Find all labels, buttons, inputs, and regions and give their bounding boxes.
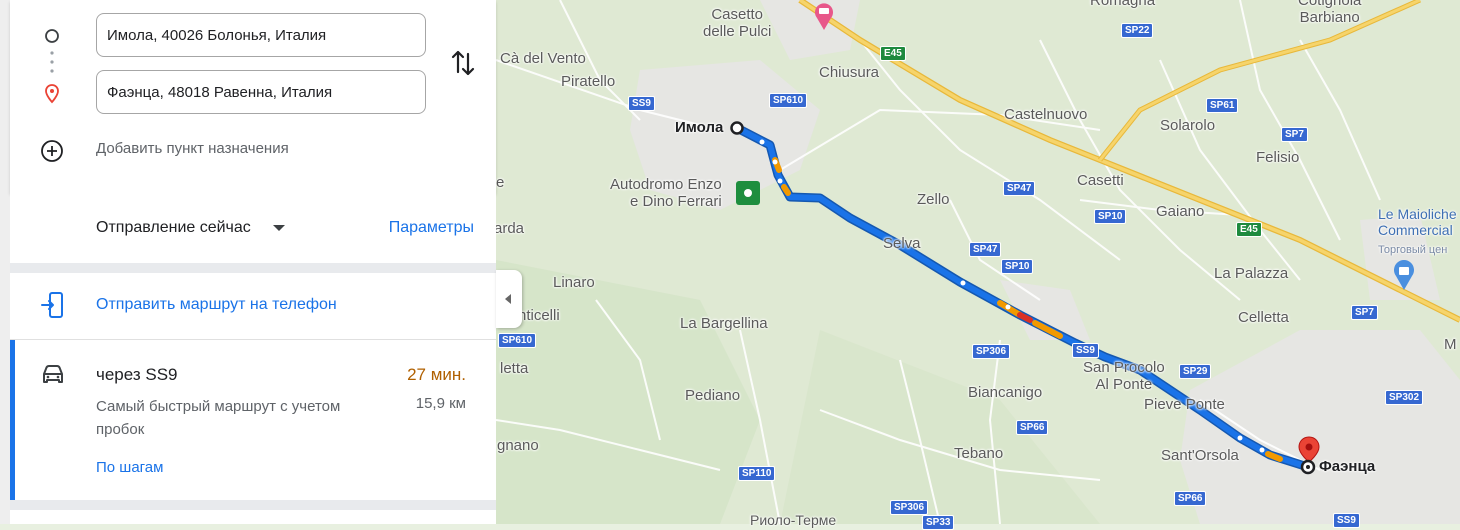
road-shield: SP66 [1016,420,1049,435]
place-label: Pediano [685,387,741,404]
place-label: Celletta [1238,309,1289,326]
route-dots-icon [50,51,54,73]
road-shield: SP10 [1094,209,1127,224]
hotel-marker-icon[interactable] [812,0,836,32]
section-divider [10,500,496,510]
road-shield: SP7 [1281,127,1308,142]
road-shield: SP66 [1174,491,1207,506]
place-label: Biancanigo [968,384,1043,401]
road-shield: SS9 [1333,513,1360,528]
place-label: Casetti [1077,172,1124,189]
origin-field-value: Имола, 40026 Болонья, Италия [107,26,327,44]
poi-sublabel: Торговый цен [1378,244,1448,256]
poi-label[interactable]: Le Maioliche Commercial [1378,206,1457,238]
shopping-marker-icon[interactable] [1392,258,1416,292]
route-description: Самый быстрый маршрут с учетом пробок [96,398,341,438]
road-shield: SS9 [1072,343,1099,358]
place-label: San Procolo Al Ponte [1083,359,1165,393]
road-shield: SP7 [1351,305,1378,320]
add-destination-button[interactable]: Добавить пункт назначения [96,140,289,157]
road-shield: SP610 [769,93,808,108]
destination-pin-icon [45,84,59,104]
route-distance: 15,9 км [415,395,466,412]
section-divider [10,263,496,273]
place-label: Linaro [553,274,595,291]
place-label: M [1444,336,1457,353]
place-label: Casetto delle Pulci [703,6,772,40]
route-steps-link[interactable]: По шагам [96,459,163,476]
route-inputs-card: Имола, 40026 Болонья, Италия Фаэнца, 480… [10,0,496,193]
place-label: e [496,174,505,191]
car-icon [43,365,63,383]
origin-city-label: Имола [675,119,724,136]
place-label: Felisio [1256,149,1300,166]
add-circle-icon[interactable] [40,139,64,163]
place-label: ardа [494,220,525,237]
road-shield: SP47 [1003,181,1036,196]
route-via-label: через SS9 [96,365,178,384]
place-label: La Bargellina [680,315,768,332]
panel-left-edge [0,0,10,524]
directions-panel: Имола, 40026 Болонья, Италия Фаэнца, 480… [0,0,496,524]
place-label: Pieve Ponte [1144,396,1225,413]
road-shield: SP29 [1179,364,1212,379]
place-label: Piratello [561,73,616,90]
place-label: Риоло-Терме [750,512,837,528]
place-label: Cotignola Barbiano [1298,0,1362,26]
road-shield: SP306 [972,344,1011,359]
destination-pin-icon[interactable] [1298,436,1320,476]
road-shield: SP33 [922,515,955,530]
racetrack-marker-icon[interactable] [736,181,760,205]
road-shield: SP47 [969,242,1002,257]
send-to-phone-icon [41,292,63,318]
road-shield: E45 [880,46,906,61]
send-to-phone-link[interactable]: Отправить маршрут на телефон [96,296,337,314]
send-to-phone-row[interactable]: Отправить маршрут на телефон [10,273,496,340]
place-label: Zello [917,191,950,208]
place-label: Autodromo Enzo e Dino Ferrari [610,176,722,210]
destination-field[interactable]: Фаэнца, 48018 Равенна, Италия [96,70,426,114]
road-shield: SP306 [890,500,929,515]
destination-city-label: Фаэнца [1319,458,1376,475]
place-label: Romagna [1090,0,1156,9]
place-label: Cà del Vento [500,50,586,67]
road-shield: SP10 [1001,259,1034,274]
place-label: Tebano [954,445,1004,462]
selected-route-indicator [10,340,15,500]
collapse-panel-icon [505,294,511,304]
place-label: Chiusura [819,64,880,81]
next-section-stub [10,510,496,524]
place-label: gnano [497,437,539,454]
place-label: Selva [883,235,921,252]
road-shield: SS9 [628,96,655,111]
place-label: Solarolo [1160,117,1216,134]
place-label: Sant'Orsola [1161,447,1239,464]
route-option-card[interactable]: через SS9 27 мин. Самый быстрый маршрут … [10,340,496,500]
options-button[interactable]: Параметры [389,219,474,237]
road-shield: SP110 [738,466,776,481]
depart-options-row: Отправление сейчас Параметры [10,193,496,263]
swap-arrows-icon[interactable] [450,48,476,78]
dropdown-caret-icon[interactable] [273,225,285,231]
origin-field[interactable]: Имола, 40026 Болонья, Италия [96,13,426,57]
depart-time-dropdown[interactable]: Отправление сейчас [96,219,251,237]
place-label: La Palazza [1214,265,1289,282]
collapse-panel-button[interactable] [496,270,522,328]
road-shield: E45 [1236,222,1262,237]
road-shield: SP302 [1385,390,1424,405]
place-label: Castelnuovo [1004,106,1088,123]
road-shield: SP22 [1121,23,1154,38]
place-label: nticelli [518,307,560,324]
origin-circle-icon [45,29,59,43]
place-label: letta [500,360,529,377]
place-label: Gaiano [1156,203,1205,220]
road-shield: SP61 [1206,98,1239,113]
origin-marker-icon[interactable] [729,120,745,136]
destination-field-value: Фаэнца, 48018 Равенна, Италия [107,83,333,101]
road-shield: SP610 [498,333,537,348]
route-duration: 27 мин. [407,365,466,384]
